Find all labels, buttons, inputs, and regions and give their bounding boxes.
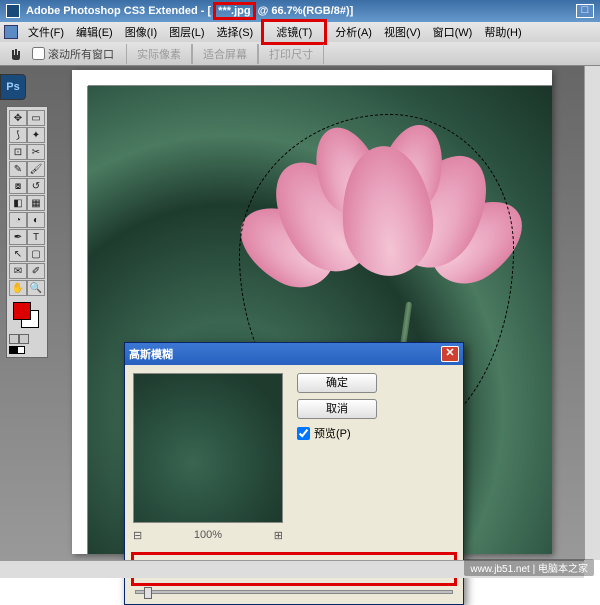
menu-analysis[interactable]: 分析(A) bbox=[329, 22, 378, 42]
toolbox: ✥▭ ⟆✦ ⊡✂ ✎🖌 ⧇↺ ◧▦ ◔◐ ✒T ↖▢ ✉✐ ✋🔍 bbox=[6, 106, 48, 358]
history-brush-tool[interactable]: ↺ bbox=[27, 178, 45, 194]
preview-thumbnail[interactable] bbox=[133, 373, 283, 523]
slice-tool[interactable]: ✂ bbox=[27, 144, 45, 160]
screen-mode-icons[interactable] bbox=[9, 334, 45, 344]
title-suffix: @ 66.7%(RGB/8#)] bbox=[258, 5, 354, 17]
menu-bar: 文件(F) 编辑(E) 图像(I) 图层(L) 选择(S) 滤镜(T) 分析(A… bbox=[0, 22, 600, 42]
dodge-tool[interactable]: ◐ bbox=[27, 212, 45, 228]
zoom-tool[interactable]: 🔍 bbox=[27, 280, 45, 296]
blur-tool[interactable]: ◔ bbox=[9, 212, 27, 228]
preview-checkbox[interactable]: 预览(P) bbox=[297, 425, 377, 441]
shape-tool[interactable]: ▢ bbox=[27, 246, 45, 262]
hand-tool[interactable]: ✋ bbox=[9, 280, 27, 296]
title-prefix: Adobe Photoshop CS3 Extended - [ bbox=[26, 5, 211, 17]
close-icon[interactable]: ✕ bbox=[441, 346, 459, 362]
type-tool[interactable]: T bbox=[27, 229, 45, 245]
menu-filter-highlighted[interactable]: 滤镜(T) bbox=[261, 19, 327, 45]
menu-edit[interactable]: 编辑(E) bbox=[70, 22, 119, 42]
menu-help[interactable]: 帮助(H) bbox=[478, 22, 527, 42]
title-filename-highlight: ***.jpg bbox=[213, 2, 255, 20]
heal-tool[interactable]: ✎ bbox=[9, 161, 27, 177]
ruler-vertical[interactable] bbox=[72, 86, 88, 554]
menu-image[interactable]: 图像(I) bbox=[119, 22, 163, 42]
eraser-tool[interactable]: ◧ bbox=[9, 195, 27, 211]
brush-tool[interactable]: 🖌 bbox=[27, 161, 45, 177]
menu-layer[interactable]: 图层(L) bbox=[163, 22, 210, 42]
ps-menu-icon[interactable] bbox=[4, 25, 18, 39]
default-swatch-icon[interactable] bbox=[9, 346, 45, 354]
dialog-titlebar[interactable]: 高斯模糊 ✕ bbox=[125, 343, 463, 365]
menu-file[interactable]: 文件(F) bbox=[22, 22, 70, 42]
lotus-flower bbox=[242, 116, 512, 316]
cancel-button[interactable]: 取消 bbox=[297, 399, 377, 419]
ps-tab[interactable]: Ps bbox=[0, 74, 26, 100]
zoom-in-button[interactable]: ⊞ bbox=[274, 529, 283, 542]
hand-tool-icon bbox=[8, 46, 24, 62]
workspace: Ps ✥▭ ⟆✦ ⊡✂ ✎🖌 ⧇↺ ◧▦ ◔◐ ✒T ↖▢ ✉✐ ✋🔍 bbox=[0, 66, 600, 560]
print-size-button[interactable]: 打印尺寸 bbox=[258, 44, 324, 64]
move-tool[interactable]: ✥ bbox=[9, 110, 27, 126]
slider-thumb[interactable] bbox=[144, 587, 152, 599]
fit-screen-button[interactable]: 适合屏幕 bbox=[192, 44, 258, 64]
wand-tool[interactable]: ✦ bbox=[27, 127, 45, 143]
fg-color[interactable] bbox=[13, 302, 31, 320]
menu-select[interactable]: 选择(S) bbox=[211, 22, 260, 42]
ruler-horizontal[interactable] bbox=[88, 70, 552, 86]
options-bar: 滚动所有窗口 实际像素 适合屏幕 打印尺寸 bbox=[0, 42, 600, 66]
actual-pixels-button[interactable]: 实际像素 bbox=[126, 44, 192, 64]
ok-button[interactable]: 确定 bbox=[297, 373, 377, 393]
pen-tool[interactable]: ✒ bbox=[9, 229, 27, 245]
app-icon bbox=[6, 4, 20, 18]
maximize-button[interactable]: □ bbox=[576, 4, 594, 18]
zoom-out-button[interactable]: ⊟ bbox=[133, 529, 142, 542]
eyedropper-tool[interactable]: ✐ bbox=[27, 263, 45, 279]
menu-view[interactable]: 视图(V) bbox=[378, 22, 427, 42]
lasso-tool[interactable]: ⟆ bbox=[9, 127, 27, 143]
color-swatches[interactable] bbox=[9, 300, 45, 330]
marquee-tool[interactable]: ▭ bbox=[27, 110, 45, 126]
radius-slider[interactable] bbox=[135, 590, 453, 594]
zoom-level: 100% bbox=[194, 529, 222, 542]
gradient-tool[interactable]: ▦ bbox=[27, 195, 45, 211]
menu-window[interactable]: 窗口(W) bbox=[427, 22, 479, 42]
notes-tool[interactable]: ✉ bbox=[9, 263, 27, 279]
scrollbar-vertical[interactable] bbox=[584, 66, 600, 560]
scroll-all-checkbox[interactable]: 滚动所有窗口 bbox=[32, 46, 114, 62]
crop-tool[interactable]: ⊡ bbox=[9, 144, 27, 160]
dialog-title-text: 高斯模糊 bbox=[129, 346, 173, 362]
stamp-tool[interactable]: ⧇ bbox=[9, 178, 27, 194]
watermark: www.jb51.net | 电脑本之家 bbox=[464, 559, 594, 576]
path-tool[interactable]: ↖ bbox=[9, 246, 27, 262]
